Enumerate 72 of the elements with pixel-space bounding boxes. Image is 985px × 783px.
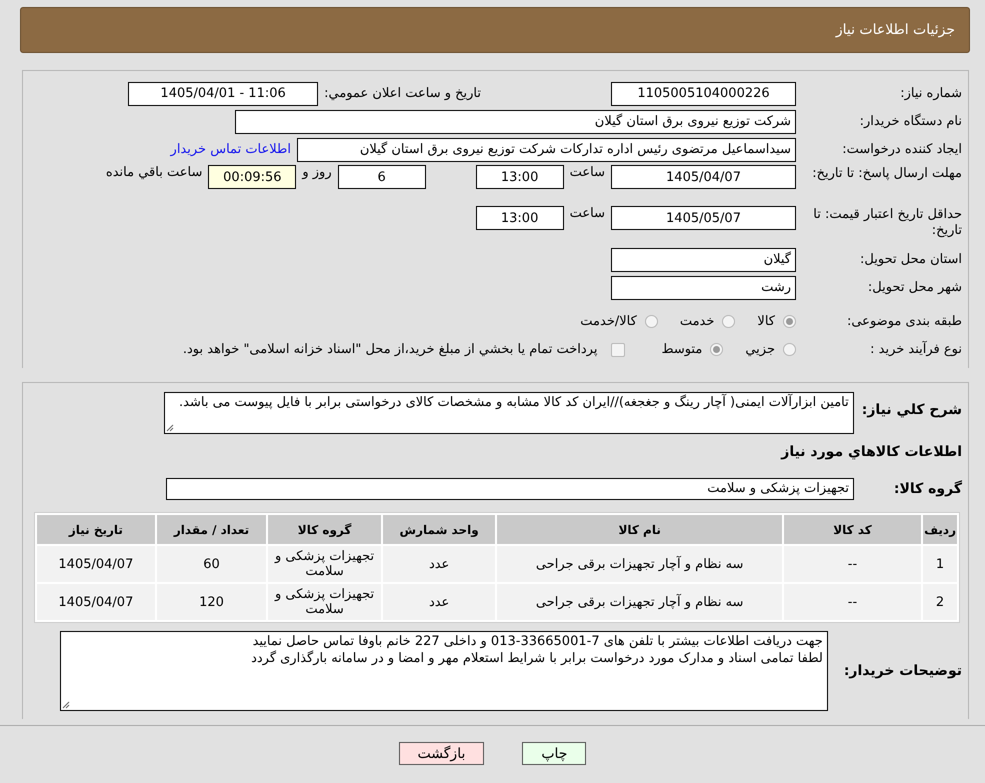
radio-label: خدمت <box>680 314 714 329</box>
field-label: توضیحات خریدار: <box>842 663 963 679</box>
field-label: ساعت <box>570 206 605 221</box>
column-header: کد کالا <box>784 515 922 544</box>
page-title: جزئیات اطلاعات نیاز <box>836 22 955 38</box>
field-label: طبقه بندی موضوعی: <box>846 314 963 330</box>
table-cell: 1 <box>923 546 957 582</box>
text-field[interactable]: سیداسماعیل مرتضوی رئیس اداره تدارکات شرکت توزیع نیروی برق استان گیلان <box>297 138 796 162</box>
text-field[interactable]: 13:00 <box>476 206 564 230</box>
text-field[interactable]: شرکت توزیع نیروی برق استان گیلان <box>235 110 796 134</box>
field-label: گروه کالا: <box>892 481 963 497</box>
text-field[interactable]: 6 <box>338 165 426 189</box>
field-label: شماره نیاز: <box>899 86 963 102</box>
section-heading: اطلاعات کالاهاي مورد نياز <box>780 444 963 460</box>
column-header: تعداد / مقدار <box>156 515 266 544</box>
field-label: ایجاد کننده درخواست: <box>841 142 963 158</box>
table-cell: سه نظام و آچار تجهیزات برقی جراحی <box>497 584 782 620</box>
field-label: نوع فرآیند خرید : <box>869 342 963 358</box>
text-field[interactable]: 1405/04/01 - 11:06 <box>128 82 318 106</box>
table-cell: تجهیزات پزشکی و سلامت <box>268 546 381 582</box>
field-label: تاريخ و ساعت اعلان عمومي: <box>324 86 481 101</box>
field-label: شرح کلي نياز: <box>860 401 963 418</box>
resize-grip-icon[interactable] <box>62 701 70 709</box>
table-cell: -- <box>784 584 922 620</box>
radio-label: جزيي <box>745 342 775 357</box>
checkbox[interactable] <box>611 342 626 356</box>
table-cell: 2 <box>923 584 957 620</box>
field-label: شهر محل تحویل: <box>866 280 963 296</box>
field-label: استان محل تحویل: <box>859 252 963 268</box>
radio-button[interactable] <box>783 343 796 356</box>
field-label: حداقل تاریخ اعتبار قیمت: تا تاریخ: <box>812 207 963 239</box>
text-field[interactable]: رشت <box>611 276 796 300</box>
radio-label: متوسط <box>661 342 702 357</box>
table-cell: سه نظام و آچار تجهیزات برقی جراحی <box>497 546 782 582</box>
column-header: گروه کالا <box>268 515 381 544</box>
radio-button[interactable] <box>710 343 724 356</box>
text-field[interactable]: گیلان <box>611 248 796 272</box>
back-button[interactable]: بازگشت <box>398 742 484 765</box>
column-header: ردیف <box>923 515 957 544</box>
contact-link[interactable]: اطلاعات تماس خريدار <box>170 142 291 157</box>
field-label: ساعت <box>570 165 605 180</box>
table-cell: عدد <box>382 546 496 582</box>
text-field[interactable]: 1105005104000226 <box>611 82 796 106</box>
resize-grip-icon[interactable] <box>166 424 174 432</box>
text-field[interactable]: 1405/04/07 <box>611 165 796 189</box>
radio-label: کالا/خدمت <box>580 314 637 329</box>
notes-field[interactable]: جهت دریافت اطلاعات بیشتر با تلفن های 7-33665001-013 و داخلی 227 خانم باوفا تماس حاصل نمایید لطفا تمامی اسناد و مدارک مورد درخواست برابر با شرایط استعلام مهر و امضا و در سامانه بارگذاری گردد <box>60 631 828 711</box>
radio-button[interactable] <box>722 315 736 328</box>
field-label: روز و <box>302 165 332 180</box>
checkbox-label: پرداخت تمام يا بخشي از مبلغ خريد،از محل "اسناد خزانه اسلامی" خواهد بود. <box>182 342 598 357</box>
field-label: مهلت ارسال پاسخ: تا تاریخ: <box>811 166 963 182</box>
table-cell: -- <box>784 546 922 582</box>
text-field[interactable]: 13:00 <box>476 165 564 189</box>
text-field[interactable]: 1405/05/07 <box>611 206 796 230</box>
column-header: واحد شمارش <box>382 515 496 544</box>
table-cell: عدد <box>382 584 496 620</box>
column-header: تاریخ نیاز <box>37 515 155 544</box>
description-field[interactable]: تامین ابزارآلات ایمنی( آچار رینگ و جغجغه)//ایران کد کالا مشابه و مشخصات کالای درخواستی برابر با فایل پیوست می باشد. <box>164 392 854 434</box>
table-cell: 1405/04/07 <box>37 546 155 582</box>
radio-button[interactable] <box>783 315 796 328</box>
text-field[interactable]: تجهیزات پزشکی و سلامت <box>166 478 854 500</box>
column-header: نام کالا <box>497 515 782 544</box>
countdown-field[interactable]: 00:09:56 <box>208 165 296 189</box>
radio-label: کالا <box>757 314 775 329</box>
table-cell: 60 <box>156 546 266 582</box>
table-cell: تجهیزات پزشکی و سلامت <box>268 584 381 620</box>
radio-button[interactable] <box>644 315 658 328</box>
table-cell: 120 <box>156 584 266 620</box>
print-button[interactable]: چاپ <box>522 742 586 765</box>
field-label: ساعت باقي مانده <box>106 165 202 180</box>
field-label: نام دستگاه خریدار: <box>858 114 963 130</box>
table-cell: 1405/04/07 <box>37 584 155 620</box>
